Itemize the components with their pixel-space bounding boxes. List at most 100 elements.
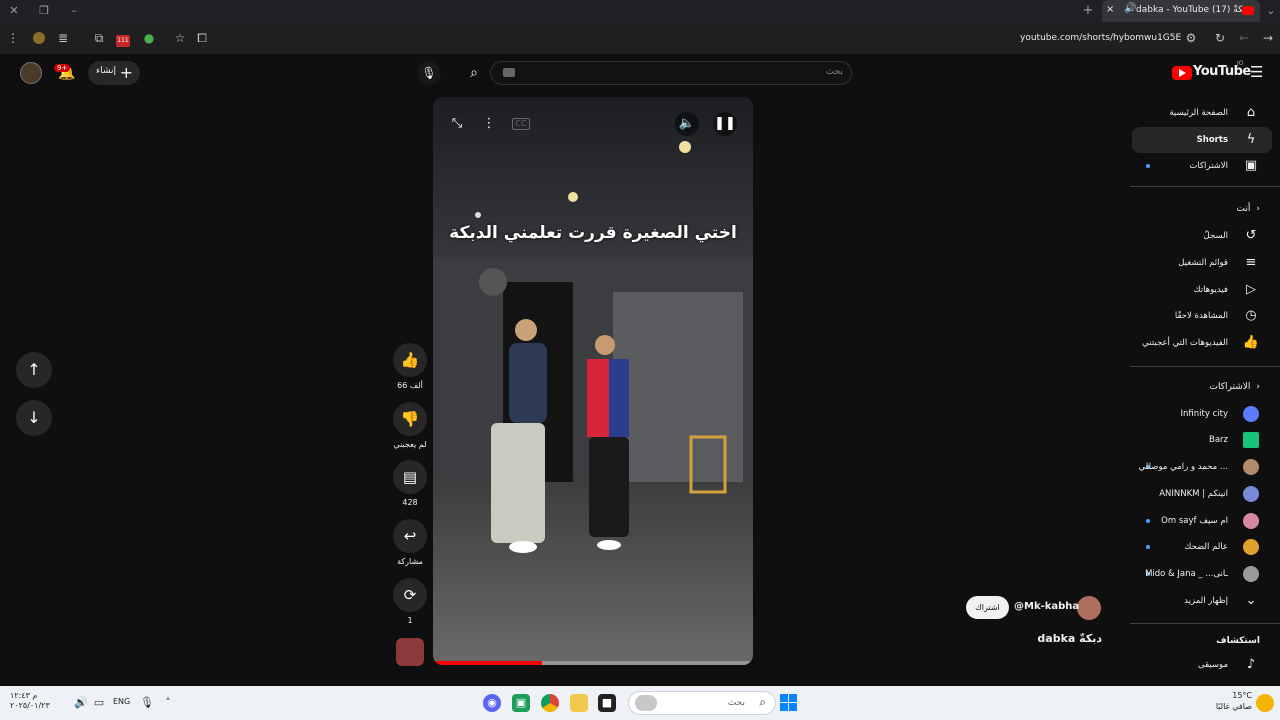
reload-icon[interactable]: ↻ (1211, 29, 1229, 47)
new-content-dot (1146, 545, 1150, 549)
progress-track[interactable] (433, 661, 753, 665)
clock[interactable]: م ١٢:٤٣ ٢٠٢٥/٠١/٢٣ (10, 691, 50, 711)
browser-tab-strip: ✕ ❐ – + × 🔊 dabka - YouTube (17) دبكةّ ⌄ (0, 0, 1280, 22)
bookmark-star-icon[interactable]: ☆ (171, 29, 189, 47)
search-button[interactable]: ⌕ (458, 60, 490, 86)
discord-app-icon[interactable]: ◉ (483, 694, 501, 712)
sidebar-item-label: الفيديوهات التي أعجبتني (1142, 338, 1228, 348)
browser-tab[interactable]: × 🔊 dabka - YouTube (17) دبكةّ (1102, 0, 1260, 22)
microphone-icon[interactable]: 🎙 (138, 694, 156, 712)
sidebar-item-home[interactable]: الصفحة الرئيسية ⌂ (1132, 100, 1272, 126)
remix-icon[interactable]: ⟳ (393, 578, 427, 612)
like-icon[interactable]: 👍 (393, 343, 427, 377)
extension-badge-icon[interactable]: 111 (114, 29, 132, 47)
audio-icon[interactable]: 🔊 (1124, 3, 1136, 14)
comment-icon[interactable]: ▤ (393, 460, 427, 494)
share-icon[interactable]: ↩ (393, 519, 427, 553)
sidebar-item-history[interactable]: السجلّ ↺ (1132, 223, 1272, 249)
address-bar-url[interactable]: youtube.com/shorts/hybomwu1G5E (1020, 33, 1181, 43)
browser-menu-icon[interactable]: ⋮ (4, 29, 22, 47)
youtube-logo-icon[interactable] (1172, 66, 1192, 80)
create-button[interactable]: إنشاء + (88, 61, 140, 85)
pause-icon[interactable]: ❚❚ (713, 112, 737, 136)
shorts-video-player[interactable]: اختي الصغيرة قررت تعلمني الدبكة ⤡ ⋮ CC 🔈… (433, 97, 753, 665)
weather-widget[interactable]: 15°C صافي غالبًا (1212, 690, 1252, 712)
subscriptions-section-header[interactable]: الاشتراكات › (1210, 382, 1260, 392)
sidebar-item-subscriptions[interactable]: الاشتراكات ▣ (1132, 153, 1272, 179)
keyboard-icon[interactable] (503, 68, 515, 77)
sidebar-item-label: Shorts (1196, 135, 1228, 145)
new-tab-button[interactable]: + (1080, 3, 1096, 19)
dislike-icon[interactable]: 👎 (393, 402, 427, 436)
restore-window-icon[interactable]: ❐ (36, 3, 52, 19)
sidebar-item-your-videos[interactable]: فيديوهاتك ▷ (1132, 277, 1272, 303)
start-button[interactable] (780, 694, 797, 711)
minimize-window-icon[interactable]: – (66, 3, 82, 19)
comments-action[interactable]: ▤ 428 (392, 460, 428, 507)
guide-sidebar: الصفحة الرئيسية ⌂ Shorts ϟ الاشتراكات ▣ … (1130, 96, 1280, 686)
android-app-icon[interactable]: ▣ (512, 694, 530, 712)
remix-action[interactable]: ⟳ 1 (392, 578, 428, 625)
sidebar-sub-mido-jana[interactable]: Mido & Jana _ ...ـانى (1132, 561, 1272, 587)
speaker-icon[interactable]: 🔊 (72, 694, 90, 712)
tab-close-button[interactable]: × (1106, 4, 1114, 15)
channel-avatar[interactable] (1077, 596, 1101, 620)
like-count: 66 ألف (397, 381, 423, 390)
music-icon: ♪ (1246, 657, 1256, 672)
short-title[interactable]: dabka دبكةّ (1030, 632, 1102, 645)
subscriptions-icon: ▣ (1244, 158, 1258, 173)
sidebar-item-shorts[interactable]: Shorts ϟ (1132, 127, 1272, 153)
more-options-icon[interactable]: ⋮ (477, 112, 501, 136)
sidebar-sub-infinity-city[interactable]: Infinity city (1132, 401, 1272, 427)
reading-list-icon[interactable]: ≣ (54, 29, 72, 47)
account-avatar[interactable] (20, 62, 42, 84)
forward-icon[interactable]: ← (1235, 29, 1253, 47)
youtube-favicon-icon (1242, 6, 1254, 15)
tray-chevron-icon[interactable]: ˄ (159, 694, 177, 712)
sidebar-sub-aninnkm[interactable]: ANINNKM | انينكم (1132, 481, 1272, 507)
volume-icon[interactable]: 🔈 (675, 112, 699, 136)
fullscreen-icon[interactable]: ⤡ (445, 112, 469, 136)
weather-sun-icon (1256, 694, 1274, 712)
previous-short-button[interactable]: ↑ (16, 352, 52, 388)
voice-search-icon[interactable]: 🎙 (417, 61, 441, 85)
show-more-button[interactable]: إظهار المزيد ⌄ (1132, 588, 1272, 614)
terminal-app-icon[interactable]: ■ (598, 694, 616, 712)
sidebar-item-watch-later[interactable]: المشاهدة لاحقًا ◷ (1132, 303, 1272, 329)
hamburger-menu-icon[interactable]: ☰ (1250, 63, 1263, 81)
taskbar-search-box[interactable]: بحث ⌕ (628, 691, 776, 715)
tab-search-icon[interactable]: ⌄ (1263, 3, 1279, 19)
extensions-icon[interactable]: ⧉ (90, 29, 108, 47)
sidebar-item-label: المشاهدة لاحقًا (1174, 311, 1228, 321)
next-short-button[interactable]: ↓ (16, 400, 52, 436)
channel-handle[interactable]: @Mk-kabha (1014, 601, 1079, 612)
site-settings-icon[interactable]: ⚙ (1182, 29, 1200, 47)
sidebar-item-liked-videos[interactable]: الفيديوهات التي أعجبتني 👍 (1132, 330, 1272, 356)
sidebar-sub-barz[interactable]: Barz (1132, 427, 1272, 453)
file-explorer-icon[interactable] (570, 694, 588, 712)
battery-icon[interactable]: ▭ (90, 694, 108, 712)
sidebar-sub-om-sayf[interactable]: Om sayf ام سيف (1132, 508, 1272, 534)
sidebar-item-music[interactable]: موسيقى ♪ (1132, 652, 1272, 678)
subscribe-button[interactable]: اشتراك (966, 596, 1009, 619)
close-window-icon[interactable]: ✕ (6, 3, 22, 19)
profile-icon[interactable] (30, 29, 48, 47)
chrome-app-icon[interactable] (541, 694, 559, 712)
back-icon[interactable]: → (1259, 29, 1277, 47)
sidebar-sub-alam-aldahk[interactable]: عالم الضحك (1132, 534, 1272, 560)
sidebar-sub-mohamed-rami[interactable]: محمد و رامي موصللي ... (1132, 454, 1272, 480)
share-action[interactable]: ↩ مشاركة (392, 519, 428, 566)
sidebar-item-label: Infinity city (1180, 409, 1228, 419)
language-indicator[interactable]: ENG (113, 697, 130, 706)
you-section-header[interactable]: أنت › (1237, 204, 1260, 214)
dislike-action[interactable]: 👎 لم يعجبني (392, 402, 428, 449)
search-box[interactable]: بحث (490, 61, 852, 85)
sidebar-item-playlists[interactable]: قوائم التشغيل ≡ (1132, 250, 1272, 276)
install-app-icon[interactable]: ⧠ (193, 29, 211, 47)
like-action[interactable]: 👍 66 ألف (392, 343, 428, 390)
sidebar-item-label: عالم الضحك (1184, 542, 1228, 552)
captions-icon[interactable]: CC (509, 112, 533, 136)
sound-thumbnail[interactable] (396, 638, 424, 666)
shield-extension-icon[interactable]: ● (140, 29, 158, 47)
comment-count: 428 (402, 498, 418, 507)
